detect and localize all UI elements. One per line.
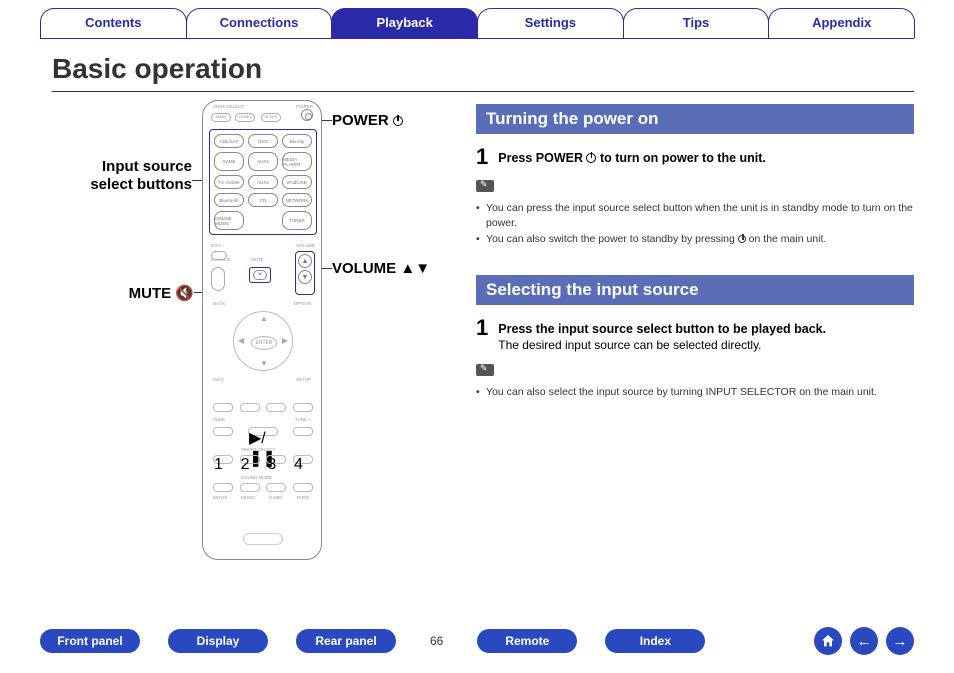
power-notes-list: You can press the input source select bu… bbox=[476, 201, 914, 247]
remote-volume-box: ▲ ▼ bbox=[295, 251, 315, 295]
callout-input-source: Input source select buttons bbox=[52, 158, 192, 194]
list-item: You can press the input source select bu… bbox=[476, 201, 914, 230]
callout-mute: MUTE 🔇 bbox=[92, 284, 192, 302]
nav-display[interactable]: Display bbox=[168, 629, 268, 653]
mute-icon: 🔇 bbox=[175, 285, 192, 302]
page-title: Basic operation bbox=[0, 39, 954, 89]
power-icon bbox=[393, 116, 403, 126]
note-icon bbox=[476, 180, 494, 192]
nav-index[interactable]: Index bbox=[605, 629, 705, 653]
bottom-nav: Front panel Display Rear panel 66 Remote… bbox=[40, 627, 914, 655]
remote-source-box: CBL/SAT DVD Blu-ray GAME AUX1 MEDIA PLAY… bbox=[209, 129, 317, 235]
callout-volume: VOLUME ▲▼ bbox=[332, 260, 430, 277]
section-power-heading: Turning the power on bbox=[476, 104, 914, 134]
tab-playback[interactable]: Playback bbox=[331, 8, 478, 38]
tab-contents[interactable]: Contents bbox=[40, 8, 187, 38]
tab-settings[interactable]: Settings bbox=[477, 8, 624, 38]
input-notes-list: You can also select the input source by … bbox=[476, 385, 914, 400]
remote-dpad: ▲ ▼ ◀ ▶ bbox=[233, 311, 293, 371]
prev-icon[interactable]: ← bbox=[850, 627, 878, 655]
input-step-number: 1 bbox=[476, 317, 488, 339]
remote-mute-box: ✕ bbox=[249, 267, 271, 283]
input-step-text: Press the input source select button to … bbox=[498, 317, 826, 336]
remote-diagram-area: POWER Input source select buttons VOLUME… bbox=[52, 100, 452, 580]
nav-rear-panel[interactable]: Rear panel bbox=[296, 629, 396, 653]
power-step-number: 1 bbox=[476, 146, 488, 168]
nav-front-panel[interactable]: Front panel bbox=[40, 629, 140, 653]
remote-power-button bbox=[301, 109, 313, 121]
list-item: You can also switch the power to standby… bbox=[476, 232, 914, 247]
nav-remote[interactable]: Remote bbox=[477, 629, 577, 653]
tab-appendix[interactable]: Appendix bbox=[768, 8, 915, 38]
top-tabs: Contents Connections Playback Settings T… bbox=[0, 0, 954, 38]
power-icon bbox=[586, 153, 596, 163]
tab-connections[interactable]: Connections bbox=[186, 8, 333, 38]
callout-power: POWER bbox=[332, 112, 403, 129]
home-icon[interactable] bbox=[814, 627, 842, 655]
remote-illustration: ZONE SELECT POWER MAIN ZONE2 SLEEP CBL/S… bbox=[202, 100, 322, 560]
note-icon bbox=[476, 364, 494, 376]
page-number: 66 bbox=[424, 634, 449, 648]
input-step-sub: The desired input source can be selected… bbox=[498, 338, 826, 352]
section-input-heading: Selecting the input source bbox=[476, 275, 914, 305]
next-icon[interactable]: → bbox=[886, 627, 914, 655]
content-column: Turning the power on 1 Press POWER to tu… bbox=[476, 100, 914, 580]
tab-tips[interactable]: Tips bbox=[623, 8, 770, 38]
list-item: You can also select the input source by … bbox=[476, 385, 914, 400]
power-step-text: Press POWER to turn on power to the unit… bbox=[498, 146, 766, 165]
power-icon bbox=[738, 235, 746, 243]
